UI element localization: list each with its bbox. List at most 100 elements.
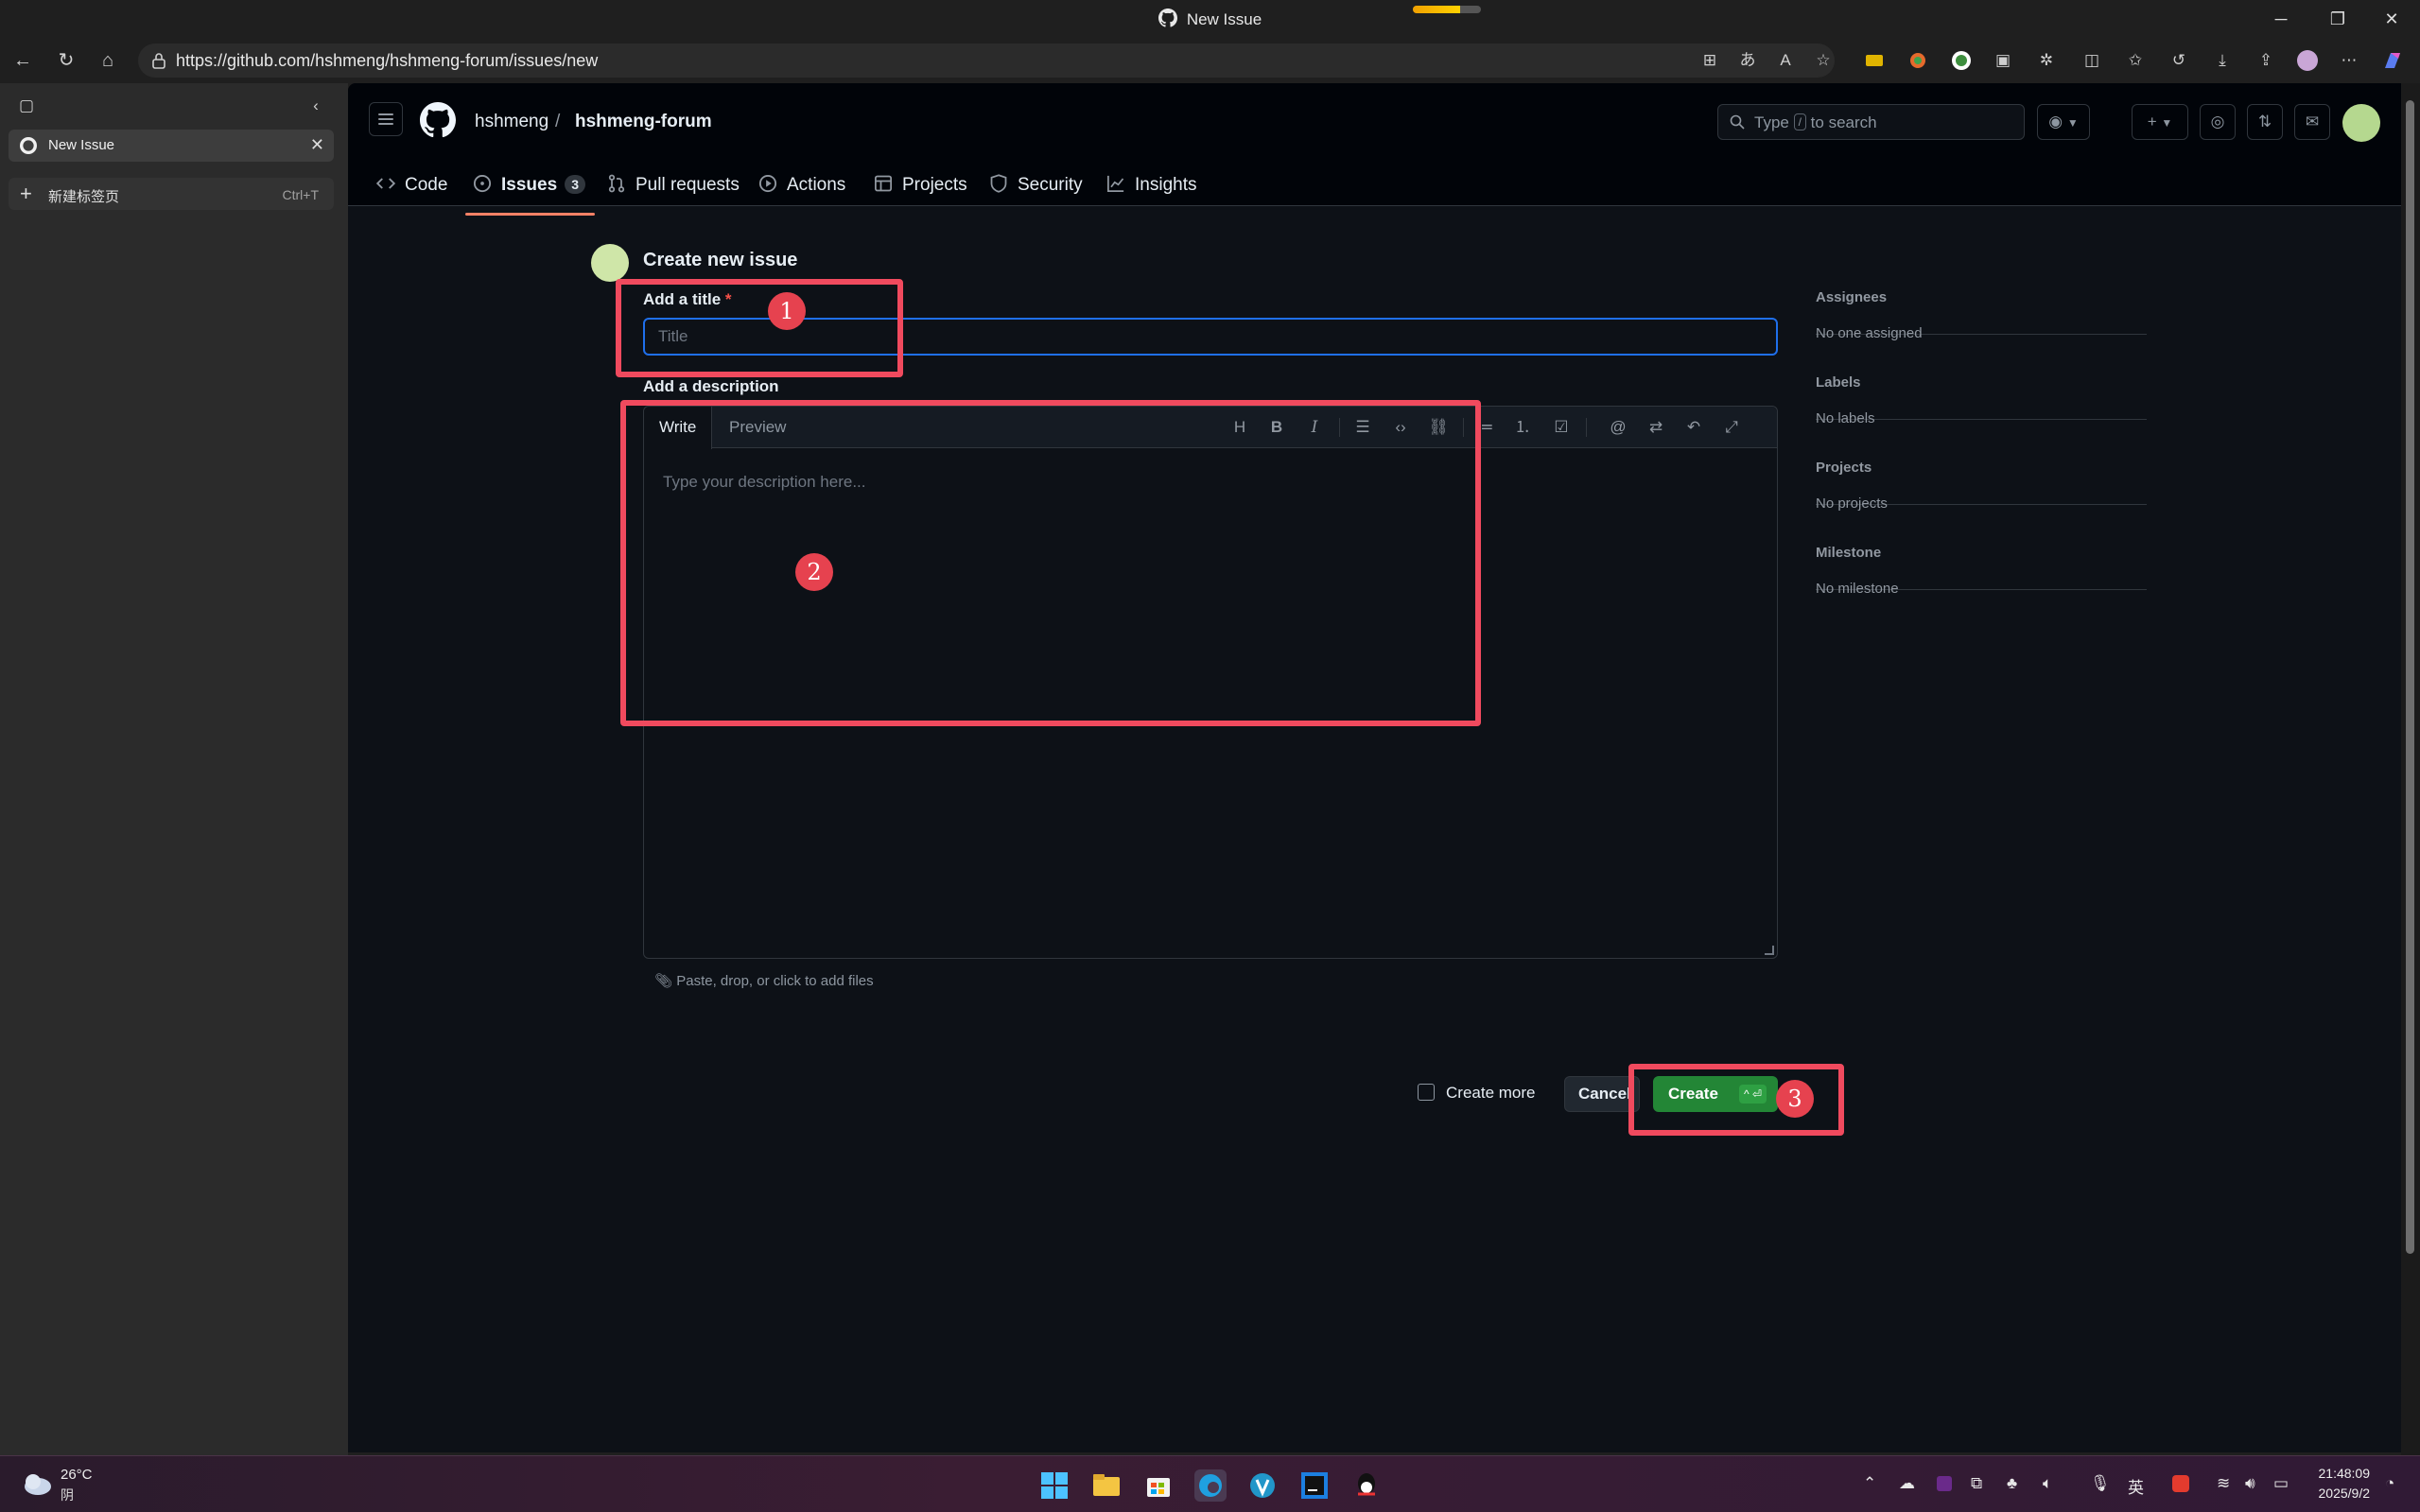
tab-insights[interactable]: Insights [1106,174,1196,216]
sidebar-labels[interactable]: Labels No labels [1816,374,2147,426]
avatar[interactable] [2342,104,2380,142]
search-input[interactable]: Type / to search [1717,104,2025,140]
tray-app-3-icon[interactable]: ♣ [2007,1474,2017,1493]
copilot-icon[interactable] [2381,49,2404,72]
sidebar-milestone[interactable]: Milestone No milestone [1816,545,2147,597]
sidebar-projects[interactable]: Projects No projects [1816,460,2147,512]
edge-browser-icon[interactable] [1194,1469,1227,1502]
weather-cloud-icon[interactable] [21,1469,53,1496]
minimize-icon[interactable]: ─ [2259,4,2303,34]
vscode-like-icon[interactable] [1246,1469,1279,1502]
labels-heading: Labels [1816,374,1861,391]
play-icon [758,174,777,193]
task-list-icon[interactable]: ☑ [1550,416,1573,439]
qq-icon[interactable] [1350,1469,1383,1502]
chevron-down-icon: ▼ [2161,116,2173,130]
extension-4-icon[interactable]: ▣ [1992,49,2014,72]
copilot-icon: ◉ [2048,113,2063,130]
github-logo-icon[interactable] [420,102,456,138]
share-icon[interactable]: ⇪ [2255,49,2277,72]
tab-issues[interactable]: Issues 3 [464,174,596,216]
tray-app-2-icon[interactable]: ⧉ [1971,1474,1982,1493]
file-explorer-icon[interactable] [1090,1469,1123,1502]
windows-start-icon[interactable] [1038,1469,1071,1502]
address-bar[interactable]: https://github.com/hshmeng/hshmeng-forum… [138,43,1835,78]
attach-files-hint[interactable]: 📎︎ Paste, drop, or click to add files [654,972,874,989]
tab-pull-requests[interactable]: Pull requests [607,174,740,216]
weather-temp: 26°C [61,1467,93,1483]
tab-new-issue[interactable]: New Issue ✕ [9,130,334,162]
issues-button[interactable]: ◎ [2200,104,2236,140]
favorites-icon[interactable]: ✩ [2124,49,2147,72]
sogou-icon[interactable] [2171,1474,2190,1493]
mention-icon[interactable]: @ [1607,416,1629,439]
extension-2-icon[interactable] [1906,49,1929,72]
clock-time[interactable]: 21:48:09 [2313,1466,2371,1481]
site-info-icon[interactable] [151,52,166,69]
history-icon[interactable]: ↺ [2168,49,2190,72]
speaker-icon[interactable]: 🔈︎ [2043,1474,2052,1493]
close-tab-icon[interactable]: ✕ [310,135,324,155]
favorite-star-icon[interactable]: ☆ [1812,49,1835,72]
extension-3-icon[interactable] [1950,49,1973,72]
battery-icon[interactable]: ▭ [2273,1474,2289,1493]
volume-icon[interactable]: 🔊︎ [2245,1474,2255,1493]
ime-indicator[interactable]: 英 [2128,1474,2144,1498]
clock-date[interactable]: 2025/9/2 [2307,1486,2371,1501]
scrollbar-thumb[interactable] [2406,100,2414,1254]
microphone-icon[interactable]: 🎙︎ [2090,1474,2111,1493]
wifi-icon[interactable]: ≋ [2217,1474,2230,1493]
split-screen-icon[interactable]: ◫ [2081,49,2103,72]
ordered-list-icon[interactable]: ⒈ [1511,416,1534,439]
checkbox-icon[interactable] [1418,1084,1435,1101]
extensions-icon[interactable]: ✲ [2035,49,2058,72]
cross-reference-icon[interactable]: ⇄ [1645,416,1667,439]
menu-button[interactable] [369,102,403,136]
store-icon[interactable] [1142,1469,1175,1502]
plus-icon: + [2147,113,2157,130]
refresh-icon[interactable]: ↻ [51,45,81,76]
assignees-value: No one assigned [1816,325,1923,341]
inbox-button[interactable]: ✉ [2294,104,2330,140]
copilot-button[interactable]: ◉ ▼ [2037,104,2090,140]
tab-code[interactable]: Code [376,174,447,216]
assignees-heading: Assignees [1816,289,1888,305]
create-new-button[interactable]: + ▼ [2132,104,2188,140]
resize-handle-icon[interactable] [1765,946,1774,955]
restore-icon[interactable]: ❐ [2316,4,2359,34]
url-text: https://github.com/hshmeng/hshmeng-forum… [176,51,599,70]
close-window-icon[interactable]: ✕ [2370,4,2413,34]
chevron-down-icon: ▼ [2066,116,2079,130]
breadcrumb-owner[interactable]: hshmeng [475,112,548,132]
show-hidden-icons-icon[interactable]: ⌃ [1863,1474,1876,1493]
breadcrumb-repo[interactable]: hshmeng-forum [575,112,712,132]
new-tab-button[interactable]: + 新建标签页 Ctrl+T [9,178,334,210]
home-icon[interactable]: ⌂ [93,45,123,76]
back-icon[interactable]: ← [8,45,38,76]
downloads-icon[interactable]: ⤓ [2211,49,2234,72]
notifications-icon[interactable]: ◔ [2385,1474,2394,1493]
translate-icon[interactable]: あ [1736,49,1759,72]
pull-requests-button[interactable]: ⇅ [2247,104,2283,140]
tab-projects[interactable]: Projects [874,174,967,216]
tab-actions[interactable]: Actions [758,174,845,216]
github-header: hshmeng / hshmeng-forum Type / to search… [348,83,2401,216]
extension-1-icon[interactable] [1863,49,1886,72]
profile-icon[interactable] [2296,49,2319,72]
weather-desc: 阴 [61,1487,74,1503]
more-menu-icon[interactable]: ⋯ [2338,49,2360,72]
fullscreen-icon[interactable]: ⤢ [1720,416,1743,439]
tray-app-1-icon[interactable] [1935,1474,1954,1493]
read-aloud-icon[interactable]: A [1774,49,1797,72]
create-more-checkbox[interactable]: Create more [1418,1084,1535,1103]
app-available-icon[interactable]: ⊞ [1698,49,1721,72]
onedrive-icon[interactable]: ☁ [1899,1474,1915,1493]
page-scrollbar[interactable] [2401,83,2420,1455]
sidebar-assignees[interactable]: Assignees No one assigned [1816,289,2147,341]
tab-actions-icon[interactable]: ▢ [15,95,38,117]
undo-icon[interactable]: ↶ [1682,416,1705,439]
tab-security[interactable]: Security [989,174,1083,216]
webstorm-icon[interactable] [1298,1469,1331,1502]
collapse-sidebar-icon[interactable]: ‹ [305,95,327,117]
labels-value: No labels [1816,410,1875,426]
